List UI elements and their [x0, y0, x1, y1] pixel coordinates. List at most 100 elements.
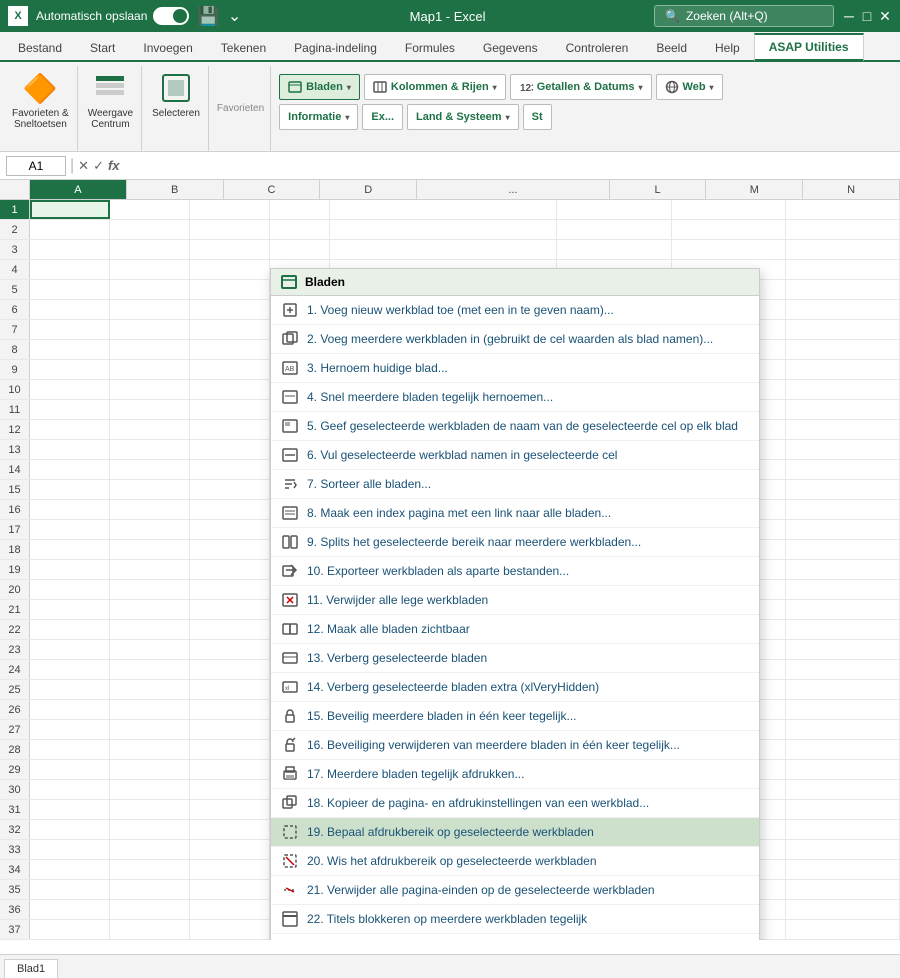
menu-item-1[interactable]: 1. Voeg nieuw werkblad toe (met een in t… — [271, 296, 759, 325]
cell-A12[interactable] — [30, 420, 110, 439]
cell-B37[interactable] — [110, 920, 190, 939]
cell-D2[interactable] — [270, 220, 330, 239]
cell-N33[interactable] — [786, 840, 900, 859]
cell-C25[interactable] — [190, 680, 270, 699]
menu-item-5[interactable]: 5. Geef geselecteerde werkbladen de naam… — [271, 412, 759, 441]
cell-N34[interactable] — [786, 860, 900, 879]
cell-B7[interactable] — [110, 320, 190, 339]
col-header-A[interactable]: A — [30, 180, 127, 199]
informatie-button[interactable]: Informatie ▾ — [279, 104, 358, 130]
cell-B23[interactable] — [110, 640, 190, 659]
cell-spacer-2[interactable] — [330, 220, 557, 239]
cell-A24[interactable] — [30, 660, 110, 679]
cell-N11[interactable] — [786, 400, 900, 419]
cell-B11[interactable] — [110, 400, 190, 419]
cell-A9[interactable] — [30, 360, 110, 379]
col-header-L[interactable]: L — [610, 180, 707, 199]
getallen-button[interactable]: 123 Getallen & Datums ▾ — [510, 74, 652, 100]
export-button[interactable]: Ex... — [362, 104, 403, 130]
cell-B21[interactable] — [110, 600, 190, 619]
menu-item-18[interactable]: 18. Kopieer de pagina- en afdrukinstelli… — [271, 789, 759, 818]
cell-M1[interactable] — [672, 200, 786, 219]
cell-C34[interactable] — [190, 860, 270, 879]
cell-A5[interactable] — [30, 280, 110, 299]
cell-D3[interactable] — [270, 240, 330, 259]
menu-item-22[interactable]: 22. Titels blokkeren op meerdere werkbla… — [271, 905, 759, 934]
cell-A4[interactable] — [30, 260, 110, 279]
cell-reference-input[interactable]: A1 — [6, 156, 66, 176]
cell-N26[interactable] — [786, 700, 900, 719]
cell-B14[interactable] — [110, 460, 190, 479]
cell-N8[interactable] — [786, 340, 900, 359]
cell-spacer-3[interactable] — [330, 240, 557, 259]
menu-item-11[interactable]: 11. Verwijder alle lege werkbladen — [271, 586, 759, 615]
cell-B12[interactable] — [110, 420, 190, 439]
cell-A26[interactable] — [30, 700, 110, 719]
cell-C37[interactable] — [190, 920, 270, 939]
cell-B32[interactable] — [110, 820, 190, 839]
quick-access-icon[interactable]: ⌄ — [228, 6, 241, 26]
cell-C27[interactable] — [190, 720, 270, 739]
cell-B15[interactable] — [110, 480, 190, 499]
col-header-EtoK[interactable]: ... — [417, 180, 610, 199]
cell-B9[interactable] — [110, 360, 190, 379]
cell-A13[interactable] — [30, 440, 110, 459]
cell-N21[interactable] — [786, 600, 900, 619]
menu-item-15[interactable]: 15. Beveilig meerdere bladen in één keer… — [271, 702, 759, 731]
menu-item-17[interactable]: 17. Meerdere bladen tegelijk afdrukken..… — [271, 760, 759, 789]
cell-N12[interactable] — [786, 420, 900, 439]
tab-gegevens[interactable]: Gegevens — [469, 36, 552, 60]
cell-B19[interactable] — [110, 560, 190, 579]
cancel-formula-icon[interactable]: ✕ — [78, 158, 89, 174]
cell-B33[interactable] — [110, 840, 190, 859]
menu-item-20[interactable]: 20. Wis het afdrukbereik op geselecteerd… — [271, 847, 759, 876]
cell-N35[interactable] — [786, 880, 900, 899]
cell-A36[interactable] — [30, 900, 110, 919]
cell-B29[interactable] — [110, 760, 190, 779]
cell-L2[interactable] — [557, 220, 671, 239]
cell-C18[interactable] — [190, 540, 270, 559]
cell-C31[interactable] — [190, 800, 270, 819]
tab-controleren[interactable]: Controleren — [552, 36, 643, 60]
cell-A3[interactable] — [30, 240, 110, 259]
menu-item-10[interactable]: 10. Exporteer werkbladen als aparte best… — [271, 557, 759, 586]
menu-item-4[interactable]: 4. Snel meerdere bladen tegelijk hernoem… — [271, 383, 759, 412]
cell-A25[interactable] — [30, 680, 110, 699]
cell-B1[interactable] — [110, 200, 190, 219]
cell-B34[interactable] — [110, 860, 190, 879]
cell-B10[interactable] — [110, 380, 190, 399]
cell-C15[interactable] — [190, 480, 270, 499]
cell-C17[interactable] — [190, 520, 270, 539]
cell-A33[interactable] — [30, 840, 110, 859]
cell-A2[interactable] — [30, 220, 110, 239]
cell-B31[interactable] — [110, 800, 190, 819]
cell-N24[interactable] — [786, 660, 900, 679]
tab-bestand[interactable]: Bestand — [4, 36, 76, 60]
cell-A6[interactable] — [30, 300, 110, 319]
cell-N25[interactable] — [786, 680, 900, 699]
cell-N9[interactable] — [786, 360, 900, 379]
menu-item-13[interactable]: 13. Verberg geselecteerde bladen — [271, 644, 759, 673]
cell-A16[interactable] — [30, 500, 110, 519]
cell-N28[interactable] — [786, 740, 900, 759]
col-header-C[interactable]: C — [224, 180, 321, 199]
cell-B28[interactable] — [110, 740, 190, 759]
close-button[interactable]: ✕ — [878, 9, 892, 23]
menu-item-7[interactable]: 7. Sorteer alle bladen... — [271, 470, 759, 499]
cell-B13[interactable] — [110, 440, 190, 459]
autosave-toggle[interactable] — [153, 7, 189, 25]
quick-save-icon[interactable]: 💾 — [197, 6, 219, 27]
cell-N22[interactable] — [786, 620, 900, 639]
cell-B35[interactable] — [110, 880, 190, 899]
search-box[interactable]: 🔍 Zoeken (Alt+Q) — [654, 5, 834, 27]
col-header-B[interactable]: B — [127, 180, 224, 199]
cell-A20[interactable] — [30, 580, 110, 599]
cell-N29[interactable] — [786, 760, 900, 779]
tab-asap[interactable]: ASAP Utilities — [754, 33, 864, 62]
cell-A19[interactable] — [30, 560, 110, 579]
col-header-M[interactable]: M — [706, 180, 803, 199]
cell-A32[interactable] — [30, 820, 110, 839]
cell-B17[interactable] — [110, 520, 190, 539]
menu-item-8[interactable]: 8. Maak een index pagina met een link na… — [271, 499, 759, 528]
cell-A8[interactable] — [30, 340, 110, 359]
